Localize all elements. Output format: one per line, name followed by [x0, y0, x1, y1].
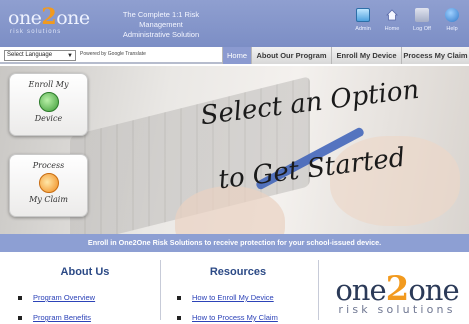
- enroll-device-option[interactable]: Enroll My Device: [9, 73, 88, 136]
- tab-about-our-program[interactable]: About Our Program: [251, 47, 331, 64]
- home-icon: [385, 8, 399, 22]
- one2one-logo: one2one risk solutions: [326, 269, 468, 324]
- bullet: [177, 296, 181, 300]
- header-logo-subtitle: risk solutions: [10, 29, 62, 35]
- about-us-heading: About Us: [60, 266, 110, 278]
- admin-icon: [356, 8, 370, 22]
- device-icon: [38, 92, 59, 112]
- help-icon: [445, 8, 459, 22]
- program-overview-link[interactable]: Program Overview: [33, 293, 95, 302]
- logoff-button[interactable]: Log Off: [408, 8, 436, 32]
- footer-section: About Us Program Overview Program Benefi…: [0, 252, 469, 324]
- logoff-icon: [415, 8, 429, 22]
- language-select[interactable]: Select Language ▼: [4, 50, 76, 61]
- hero: Select an Option to Get Started Enroll M…: [0, 66, 469, 234]
- column-divider: [160, 260, 161, 320]
- chevron-down-icon: ▼: [67, 53, 73, 59]
- bullet: [18, 296, 22, 300]
- tab-enroll-my-device[interactable]: Enroll My Device: [331, 47, 401, 64]
- logo-tagline: risk solutions: [338, 303, 456, 316]
- process-claim-option[interactable]: Process My Claim: [9, 154, 88, 217]
- site-header: one2one risk solutions The Complete 1:1 …: [0, 0, 469, 47]
- home-button[interactable]: Home: [378, 8, 406, 32]
- how-to-enroll-link[interactable]: How to Enroll My Device: [192, 293, 274, 302]
- claim-icon: [38, 173, 59, 193]
- nav-bar: Select Language ▼ Powered by Google Tran…: [0, 47, 469, 64]
- enroll-banner: Enroll in One2One Risk Solutions to rece…: [0, 234, 469, 252]
- tab-home[interactable]: Home: [222, 47, 251, 64]
- program-benefits-link[interactable]: Program Benefits: [33, 313, 91, 322]
- bullet: [177, 316, 181, 320]
- header-tagline: The Complete 1:1 Risk Management Adminis…: [122, 10, 200, 39]
- help-button[interactable]: Help: [438, 8, 466, 32]
- how-to-process-claim-link[interactable]: How to Process My Claim: [192, 313, 278, 322]
- logo-wordmark: one2one: [335, 269, 459, 309]
- tab-process-my-claim[interactable]: Process My Claim: [401, 47, 469, 64]
- header-logo-word: one2one: [8, 4, 90, 30]
- powered-by-google-translate: Powered by Google Translate: [80, 51, 146, 57]
- bullet: [18, 316, 22, 320]
- column-divider: [318, 260, 319, 320]
- resources-heading: Resources: [209, 266, 267, 278]
- page: one2one risk solutions The Complete 1:1 …: [0, 0, 469, 324]
- admin-button[interactable]: Admin: [349, 8, 377, 32]
- header-logo[interactable]: one2one risk solutions: [8, 6, 98, 42]
